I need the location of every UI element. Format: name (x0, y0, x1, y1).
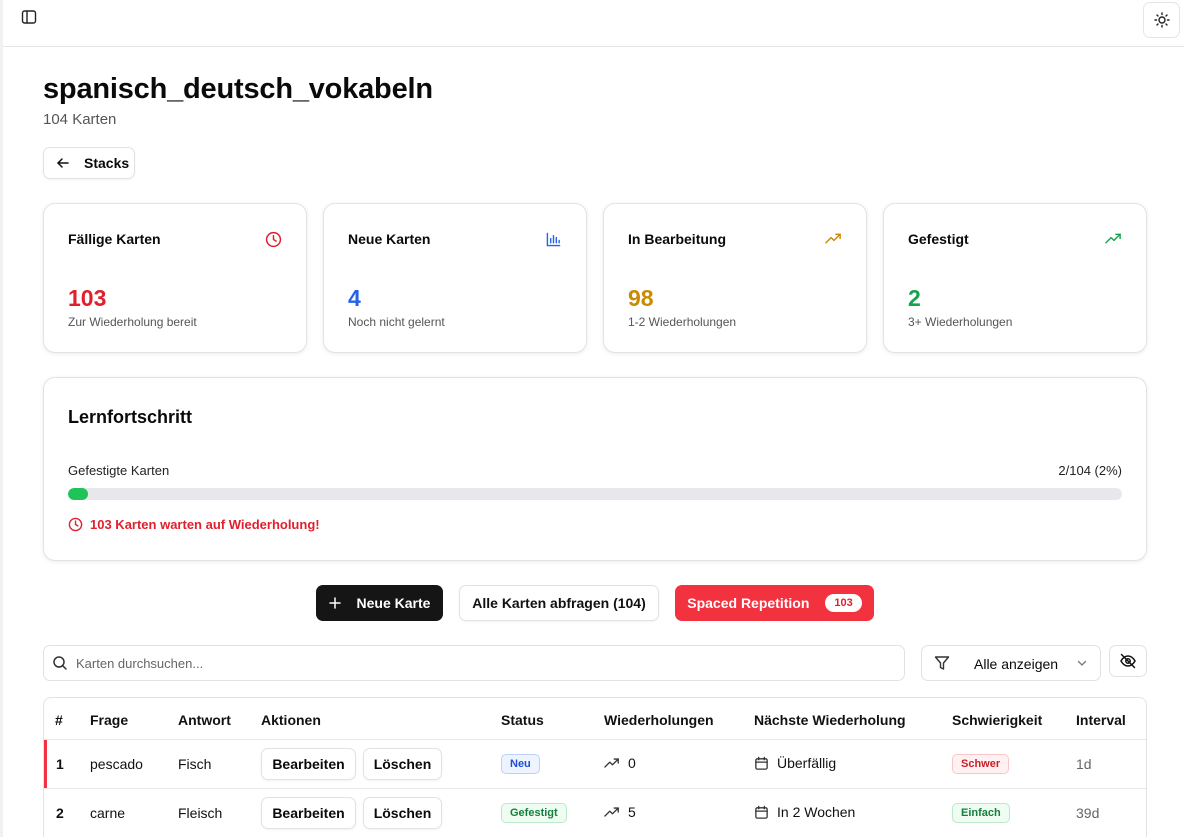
stat-value: 2 (908, 285, 921, 311)
row-question: carne (90, 805, 126, 821)
clock-icon (68, 517, 83, 532)
window-edge (0, 0, 3, 837)
bar-chart-icon (544, 230, 562, 248)
filter-selected-value: Alle anzeigen (974, 656, 1059, 672)
row-question: pescado (90, 756, 143, 772)
chevron-down-icon (1077, 660, 1087, 666)
new-card-label: Neue Karte (356, 595, 431, 611)
stat-description: Zur Wiederholung bereit (68, 315, 197, 329)
clock-icon (264, 230, 282, 248)
theme-toggle-button[interactable] (1143, 2, 1180, 38)
progress-value: 2/104 (2%) (1058, 463, 1122, 478)
toggle-answers-button[interactable] (1109, 645, 1147, 677)
progress-bar-fill (68, 488, 89, 500)
arrow-left-icon (57, 158, 69, 168)
due-count-badge: 103 (825, 594, 862, 612)
next-review-cell: In 2 Wochen (754, 804, 855, 820)
edit-button[interactable]: Bearbeiten (261, 797, 356, 829)
progress-title: Lernfortschritt (68, 407, 193, 427)
cards-table: # Frage Antwort Aktionen Status Wiederho… (43, 697, 1147, 837)
stat-card-due: Fällige Karten 103 Zur Wiederholung bere… (43, 203, 307, 353)
top-bar (3, 0, 1184, 47)
overdue-indicator (44, 740, 47, 788)
stat-card-consolidated: Gefestigt 2 3+ Wiederholungen (883, 203, 1147, 353)
learning-progress-card: Lernfortschritt Gefestigte Karten 2/104 … (43, 377, 1147, 561)
row-answer: Fleisch (178, 805, 223, 821)
header-answer: Antwort (178, 712, 231, 728)
query-all-cards-button[interactable]: Alle Karten abfragen (104) (459, 585, 659, 621)
query-all-label: Alle Karten abfragen (104) (472, 595, 646, 611)
header-interval: Interval (1076, 712, 1126, 728)
due-warning-text: 103 Karten warten auf Wiederholung! (90, 517, 320, 532)
header-difficulty: Schwierigkeit (952, 712, 1043, 728)
table-row: 2 carne Fleisch Bearbeiten Löschen Gefes… (44, 788, 1146, 837)
sidebar-toggle-button[interactable] (17, 7, 41, 27)
repetitions-cell: 5 (604, 804, 636, 820)
search-box[interactable] (43, 645, 905, 681)
repetitions-cell: 0 (604, 755, 636, 771)
stat-title: Fällige Karten (68, 231, 161, 247)
row-number: 1 (56, 756, 64, 772)
due-warning: 103 Karten warten auf Wiederholung! (68, 517, 320, 532)
difficulty-badge: Einfach (952, 803, 1010, 823)
plus-icon (328, 597, 341, 609)
delete-button[interactable]: Löschen (363, 748, 442, 780)
progress-bar (68, 488, 1122, 500)
page-title: spanisch_deutsch_vokabeln (43, 73, 433, 105)
trending-up-icon (824, 230, 842, 248)
trending-up-icon (604, 757, 619, 768)
next-review-text: In 2 Wochen (777, 804, 856, 820)
row-number: 2 (56, 805, 64, 821)
new-card-button[interactable]: Neue Karte (316, 585, 443, 621)
search-input[interactable] (76, 655, 876, 671)
table-row: 1 pescado Fisch Bearbeiten Löschen Neu 0… (44, 739, 1146, 788)
progress-label: Gefestigte Karten (68, 463, 170, 478)
search-icon (53, 656, 67, 670)
stat-title: Neue Karten (348, 231, 431, 247)
stat-card-new: Neue Karten 4 Noch nicht gelernt (323, 203, 587, 353)
interval-value: 1d (1076, 756, 1092, 772)
card-count: 104 Karten (43, 111, 117, 128)
header-question: Frage (90, 712, 129, 728)
status-filter-select[interactable]: Alle anzeigen (921, 645, 1101, 681)
header-next-review: Nächste Wiederholung (754, 712, 906, 728)
next-review-text: Überfällig (777, 755, 837, 771)
stat-value: 103 (68, 285, 107, 311)
filter-icon (934, 656, 950, 670)
stat-title: Gefestigt (908, 231, 969, 247)
back-to-stacks-button[interactable]: Stacks (43, 147, 135, 179)
spaced-repetition-button[interactable]: Spaced Repetition 103 (675, 585, 874, 621)
repetitions-count: 5 (628, 804, 636, 820)
back-label: Stacks (84, 155, 130, 171)
interval-value: 39d (1076, 805, 1100, 821)
header-status: Status (501, 712, 544, 728)
trending-up-icon (1104, 230, 1122, 248)
next-review-cell: Überfällig (754, 755, 836, 771)
eye-off-icon (1120, 653, 1136, 669)
stat-value: 98 (628, 285, 654, 311)
sidebar-icon (21, 10, 37, 24)
calendar-icon (755, 805, 768, 819)
sun-icon (1153, 12, 1170, 28)
stat-description: 1-2 Wiederholungen (628, 315, 737, 329)
status-badge: Gefestigt (501, 803, 567, 823)
stat-title: In Bearbeitung (628, 231, 727, 247)
status-badge: Neu (501, 754, 540, 774)
stat-description: Noch nicht gelernt (348, 315, 445, 329)
row-answer: Fisch (178, 756, 212, 772)
edit-button[interactable]: Bearbeiten (261, 748, 356, 780)
spaced-repetition-label: Spaced Repetition (687, 595, 810, 611)
header-repetitions: Wiederholungen (604, 712, 714, 728)
delete-button[interactable]: Löschen (363, 797, 442, 829)
stat-description: 3+ Wiederholungen (908, 315, 1013, 329)
header-actions: Aktionen (261, 712, 321, 728)
calendar-icon (755, 756, 768, 770)
repetitions-count: 0 (628, 755, 636, 771)
stat-value: 4 (348, 285, 361, 311)
difficulty-badge: Schwer (952, 754, 1010, 774)
trending-up-icon (604, 806, 619, 817)
header-number: # (55, 712, 63, 728)
stat-card-in-progress: In Bearbeitung 98 1-2 Wiederholungen (603, 203, 867, 353)
